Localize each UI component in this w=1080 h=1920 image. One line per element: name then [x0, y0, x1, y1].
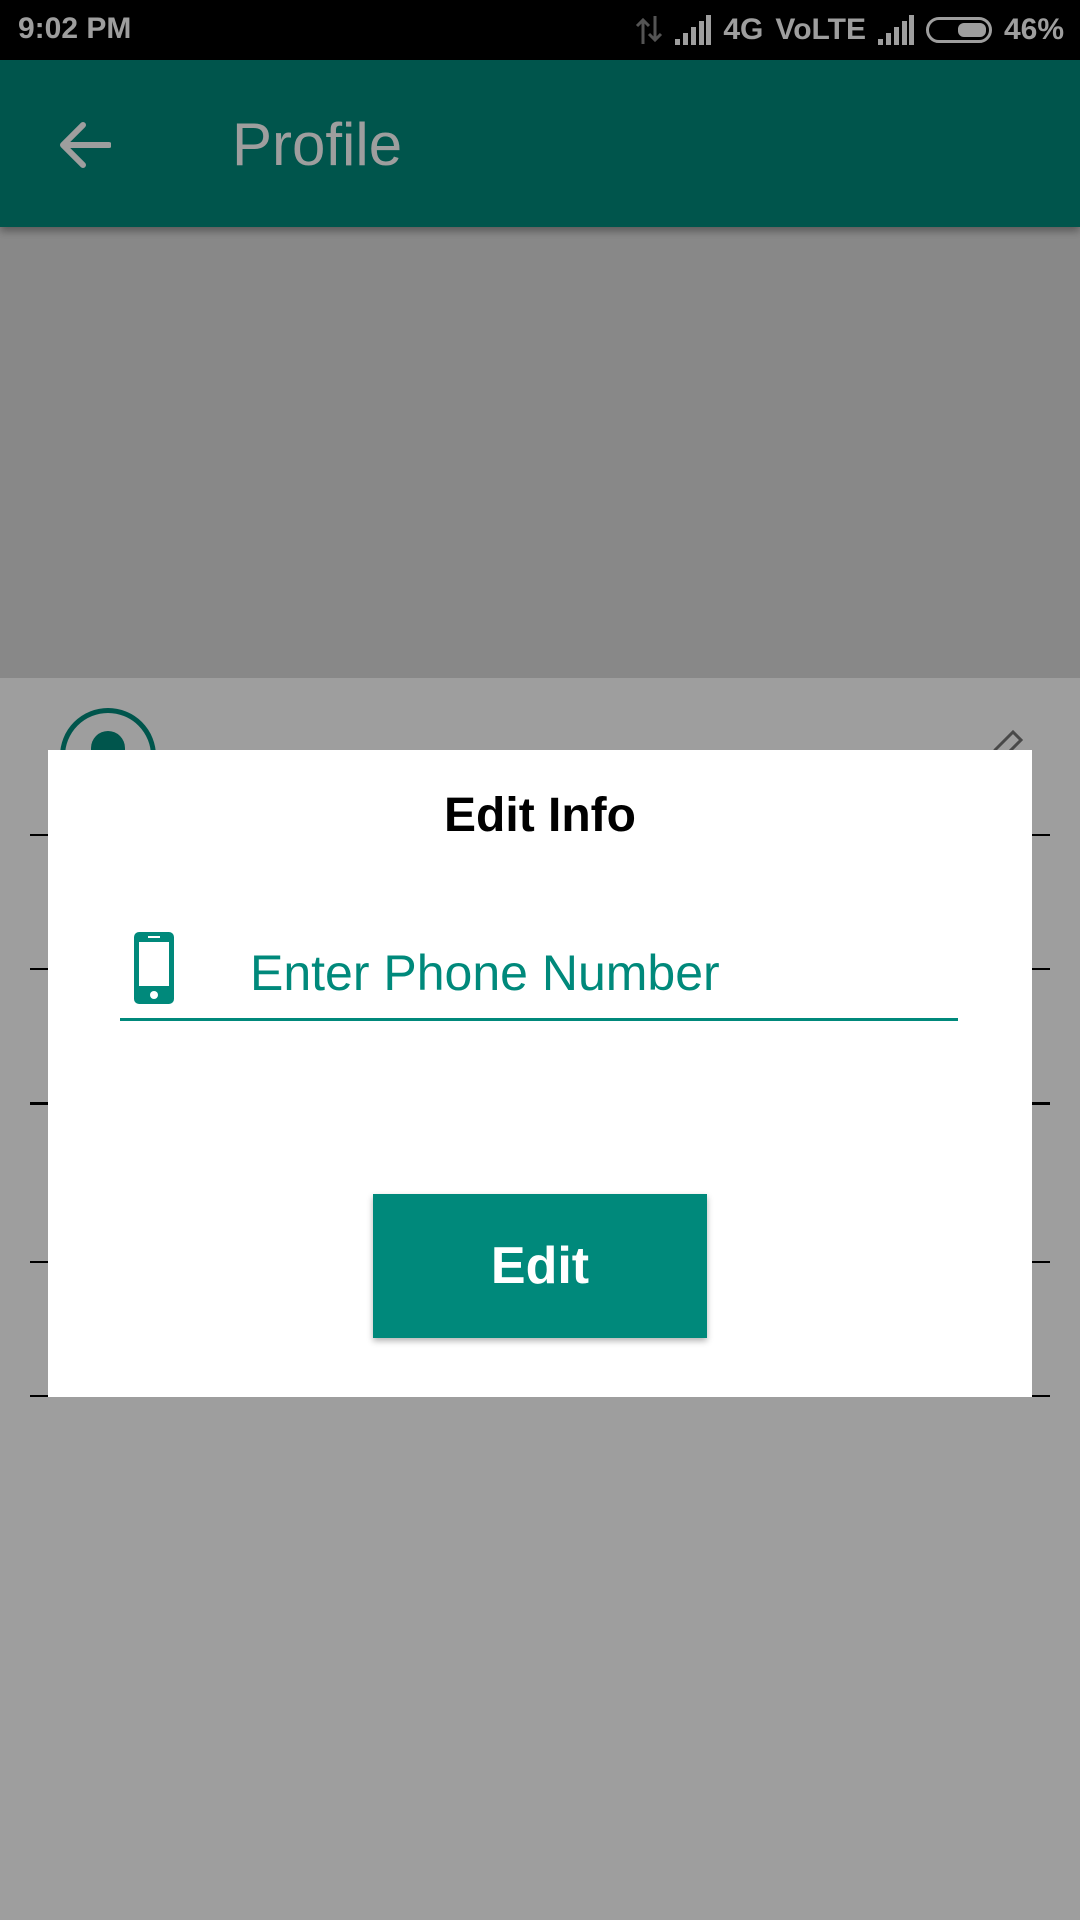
phone-field: [120, 930, 958, 1021]
smartphone-icon: [134, 932, 174, 1004]
dialog-title: Edit Info: [444, 789, 636, 842]
phone-number-input[interactable]: [250, 940, 950, 1006]
edit-info-dialog: Edit Info Edit: [48, 750, 1032, 1397]
edit-button[interactable]: Edit: [373, 1194, 707, 1338]
